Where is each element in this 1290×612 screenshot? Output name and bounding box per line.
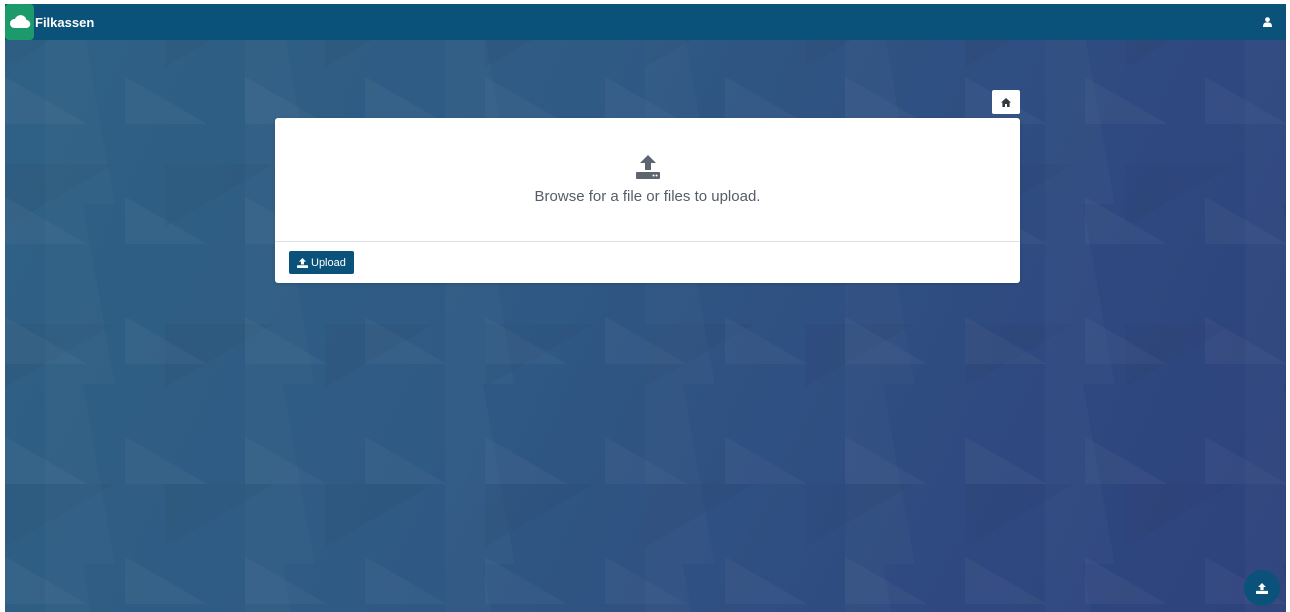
upload-button-label: Upload bbox=[311, 256, 346, 269]
floating-upload-button[interactable] bbox=[1244, 570, 1280, 606]
upload-icon bbox=[1256, 582, 1268, 594]
app-window: Filkassen Browse for a file or files to … bbox=[5, 4, 1286, 612]
cloud-icon bbox=[9, 15, 30, 29]
upload-button[interactable]: Upload bbox=[289, 251, 354, 274]
app-title: Filkassen bbox=[35, 14, 95, 30]
brand-link[interactable]: Filkassen bbox=[5, 4, 94, 40]
home-icon bbox=[1001, 97, 1011, 107]
file-dropzone[interactable]: Browse for a file or files to upload. bbox=[275, 118, 1020, 242]
top-navbar: Filkassen bbox=[5, 4, 1286, 40]
upload-tray-icon bbox=[636, 155, 660, 179]
upload-icon bbox=[297, 257, 308, 268]
user-menu-button[interactable] bbox=[1260, 15, 1274, 29]
dropzone-prompt: Browse for a file or files to upload. bbox=[534, 188, 761, 205]
user-icon bbox=[1262, 17, 1272, 27]
brand-logo bbox=[5, 4, 34, 40]
home-button[interactable] bbox=[992, 90, 1020, 114]
upload-card: Browse for a file or files to upload. Up… bbox=[275, 118, 1020, 283]
